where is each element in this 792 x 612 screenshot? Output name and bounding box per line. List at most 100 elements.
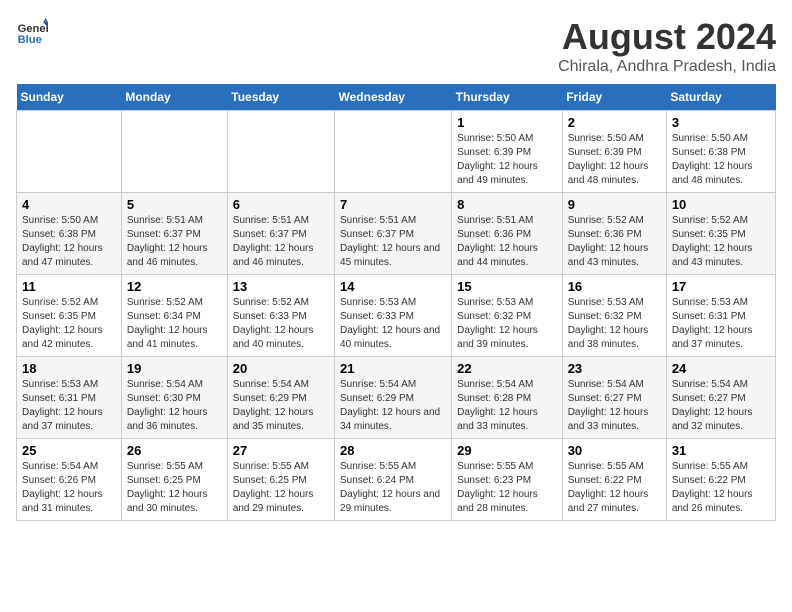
day-detail: Sunrise: 5:55 AMSunset: 6:22 PMDaylight:… <box>672 460 770 516</box>
calendar-cell: 15 Sunrise: 5:53 AMSunset: 6:32 PMDayligh… <box>452 275 563 357</box>
day-of-week-header: Saturday <box>666 84 775 111</box>
day-detail: Sunrise: 5:55 AMSunset: 6:25 PMDaylight:… <box>233 460 329 516</box>
calendar-cell: 26Sunrise: 5:55 AMSunset: 6:25 PMDayligh… <box>121 439 227 521</box>
calendar-cell: 31 Sunrise: 5:55 AMSunset: 6:22 PMDayligh… <box>666 439 775 521</box>
calendar-cell: 16Sunrise: 5:53 AMSunset: 6:32 PMDayligh… <box>562 275 666 357</box>
calendar-cell: 8 Sunrise: 5:51 AMSunset: 6:36 PMDaylight… <box>452 193 563 275</box>
day-number: 21 <box>340 361 446 376</box>
day-detail: Sunrise: 5:55 AMSunset: 6:24 PMDaylight:… <box>340 460 446 516</box>
calendar-cell: 10 Sunrise: 5:52 AMSunset: 6:35 PMDayligh… <box>666 193 775 275</box>
day-number: 7 <box>340 197 446 212</box>
day-detail: Sunrise: 5:51 AMSunset: 6:36 PMDaylight:… <box>457 214 557 270</box>
day-number: 5 <box>127 197 222 212</box>
day-number: 8 <box>457 197 557 212</box>
day-detail: Sunrise: 5:53 AMSunset: 6:32 PMDaylight:… <box>457 296 557 352</box>
calendar-cell: 22 Sunrise: 5:54 AMSunset: 6:28 PMDayligh… <box>452 357 563 439</box>
day-of-week-header: Tuesday <box>227 84 334 111</box>
logo-icon: General Blue <box>16 16 48 48</box>
calendar-cell: 19 Sunrise: 5:54 AMSunset: 6:30 PMDayligh… <box>121 357 227 439</box>
calendar-cell: 25 Sunrise: 5:54 AMSunset: 6:26 PMDayligh… <box>17 439 122 521</box>
calendar-cell <box>227 111 334 193</box>
day-number: 23 <box>568 361 661 376</box>
day-number: 9 <box>568 197 661 212</box>
day-detail: Sunrise: 5:54 AMSunset: 6:28 PMDaylight:… <box>457 378 557 434</box>
day-detail: Sunrise: 5:53 AMSunset: 6:33 PMDaylight:… <box>340 296 446 352</box>
day-number: 20 <box>233 361 329 376</box>
title-section: August 2024 Chirala, Andhra Pradesh, Ind… <box>558 16 776 76</box>
day-number: 2 <box>568 115 661 130</box>
day-number: 13 <box>233 279 329 294</box>
day-of-week-header: Thursday <box>452 84 563 111</box>
day-detail: Sunrise: 5:55 AMSunset: 6:22 PMDaylight:… <box>568 460 661 516</box>
day-number: 12 <box>127 279 222 294</box>
calendar-cell: 29Sunrise: 5:55 AMSunset: 6:23 PMDayligh… <box>452 439 563 521</box>
page-header: General Blue August 2024 Chirala, Andhra… <box>16 16 776 76</box>
calendar-cell: 24 Sunrise: 5:54 AMSunset: 6:27 PMDayligh… <box>666 357 775 439</box>
day-detail: Sunrise: 5:51 AMSunset: 6:37 PMDaylight:… <box>233 214 329 270</box>
calendar-cell <box>335 111 452 193</box>
calendar-cell: 12Sunrise: 5:52 AMSunset: 6:34 PMDayligh… <box>121 275 227 357</box>
day-of-week-header: Monday <box>121 84 227 111</box>
day-of-week-header: Wednesday <box>335 84 452 111</box>
day-detail: Sunrise: 5:50 AMSunset: 6:39 PMDaylight:… <box>457 132 557 188</box>
day-number: 15 <box>457 279 557 294</box>
calendar-cell: 21 Sunrise: 5:54 AMSunset: 6:29 PMDayligh… <box>335 357 452 439</box>
day-number: 1 <box>457 115 557 130</box>
day-detail: Sunrise: 5:52 AMSunset: 6:35 PMDaylight:… <box>22 296 116 352</box>
calendar-cell: 18 Sunrise: 5:53 AMSunset: 6:31 PMDayligh… <box>17 357 122 439</box>
day-detail: Sunrise: 5:53 AMSunset: 6:31 PMDaylight:… <box>22 378 116 434</box>
day-number: 24 <box>672 361 770 376</box>
day-detail: Sunrise: 5:52 AMSunset: 6:35 PMDaylight:… <box>672 214 770 270</box>
day-detail: Sunrise: 5:50 AMSunset: 6:38 PMDaylight:… <box>672 132 770 188</box>
calendar-cell: 30 Sunrise: 5:55 AMSunset: 6:22 PMDayligh… <box>562 439 666 521</box>
calendar-cell: 11 Sunrise: 5:52 AMSunset: 6:35 PMDayligh… <box>17 275 122 357</box>
calendar-cell: 14Sunrise: 5:53 AMSunset: 6:33 PMDayligh… <box>335 275 452 357</box>
calendar-cell: 7 Sunrise: 5:51 AMSunset: 6:37 PMDaylight… <box>335 193 452 275</box>
calendar-cell: 23 Sunrise: 5:54 AMSunset: 6:27 PMDayligh… <box>562 357 666 439</box>
day-detail: Sunrise: 5:54 AMSunset: 6:29 PMDaylight:… <box>340 378 446 434</box>
day-detail: Sunrise: 5:54 AMSunset: 6:30 PMDaylight:… <box>127 378 222 434</box>
day-detail: Sunrise: 5:50 AMSunset: 6:39 PMDaylight:… <box>568 132 661 188</box>
day-detail: Sunrise: 5:55 AMSunset: 6:25 PMDaylight:… <box>127 460 222 516</box>
day-detail: Sunrise: 5:54 AMSunset: 6:29 PMDaylight:… <box>233 378 329 434</box>
day-detail: Sunrise: 5:54 AMSunset: 6:27 PMDaylight:… <box>672 378 770 434</box>
day-detail: Sunrise: 5:51 AMSunset: 6:37 PMDaylight:… <box>340 214 446 270</box>
calendar-cell: 4Sunrise: 5:50 AMSunset: 6:38 PMDaylight… <box>17 193 122 275</box>
day-number: 19 <box>127 361 222 376</box>
day-detail: Sunrise: 5:52 AMSunset: 6:33 PMDaylight:… <box>233 296 329 352</box>
day-number: 25 <box>22 443 116 458</box>
calendar-cell: 27 Sunrise: 5:55 AMSunset: 6:25 PMDayligh… <box>227 439 334 521</box>
day-number: 31 <box>672 443 770 458</box>
calendar-table: SundayMondayTuesdayWednesdayThursdayFrid… <box>16 84 776 521</box>
calendar-cell: 1 Sunrise: 5:50 AMSunset: 6:39 PMDaylight… <box>452 111 563 193</box>
day-number: 27 <box>233 443 329 458</box>
day-number: 30 <box>568 443 661 458</box>
day-number: 28 <box>340 443 446 458</box>
day-number: 16 <box>568 279 661 294</box>
page-subtitle: Chirala, Andhra Pradesh, India <box>558 58 776 76</box>
day-detail: Sunrise: 5:54 AMSunset: 6:27 PMDaylight:… <box>568 378 661 434</box>
calendar-cell: 9 Sunrise: 5:52 AMSunset: 6:36 PMDaylight… <box>562 193 666 275</box>
day-detail: Sunrise: 5:52 AMSunset: 6:36 PMDaylight:… <box>568 214 661 270</box>
calendar-cell <box>17 111 122 193</box>
day-number: 11 <box>22 279 116 294</box>
day-of-week-header: Friday <box>562 84 666 111</box>
page-title: August 2024 <box>558 16 776 58</box>
day-of-week-header: Sunday <box>17 84 122 111</box>
day-detail: Sunrise: 5:50 AMSunset: 6:38 PMDaylight:… <box>22 214 116 270</box>
day-number: 17 <box>672 279 770 294</box>
day-detail: Sunrise: 5:51 AMSunset: 6:37 PMDaylight:… <box>127 214 222 270</box>
calendar-cell: 2 Sunrise: 5:50 AMSunset: 6:39 PMDaylight… <box>562 111 666 193</box>
svg-text:Blue: Blue <box>18 34 42 46</box>
logo: General Blue <box>16 16 48 48</box>
calendar-cell: 6Sunrise: 5:51 AMSunset: 6:37 PMDaylight… <box>227 193 334 275</box>
calendar-cell: 13 Sunrise: 5:52 AMSunset: 6:33 PMDayligh… <box>227 275 334 357</box>
day-number: 22 <box>457 361 557 376</box>
calendar-cell: 3 Sunrise: 5:50 AMSunset: 6:38 PMDaylight… <box>666 111 775 193</box>
day-detail: Sunrise: 5:54 AMSunset: 6:26 PMDaylight:… <box>22 460 116 516</box>
day-number: 10 <box>672 197 770 212</box>
svg-text:General: General <box>18 23 48 35</box>
day-number: 3 <box>672 115 770 130</box>
calendar-cell: 17Sunrise: 5:53 AMSunset: 6:31 PMDayligh… <box>666 275 775 357</box>
day-number: 18 <box>22 361 116 376</box>
